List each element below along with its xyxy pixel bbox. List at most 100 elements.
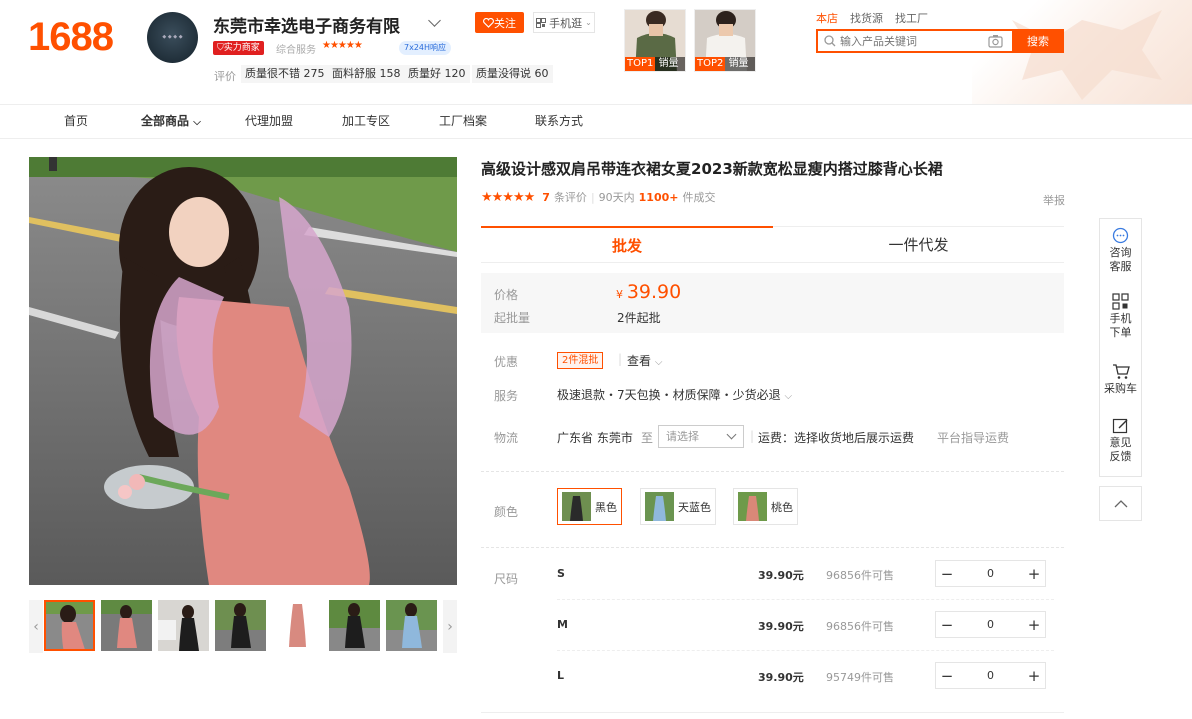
quantity-value[interactable]: 0: [958, 618, 1023, 631]
thumbnail[interactable]: [215, 600, 266, 651]
strength-merchant-badge: ⛉实力商家: [213, 41, 264, 55]
tab-wholesale[interactable]: 批发: [481, 226, 773, 263]
nav-all-products[interactable]: 全部商品 ⌵: [141, 105, 201, 138]
camera-icon[interactable]: [988, 34, 1003, 48]
top-rank-tag: TOP2 销量: [695, 57, 755, 71]
size-stock: 96856件可售: [826, 569, 894, 582]
plus-icon[interactable]: +: [1023, 616, 1045, 634]
cart-icon: [1112, 364, 1130, 379]
mobile-shop-button[interactable]: 手机逛 ⌄: [533, 12, 595, 33]
eval-tag[interactable]: 质量好 120: [404, 65, 470, 83]
search-box: [816, 29, 1012, 53]
rail-customer-service[interactable]: 咨询 客服: [1100, 227, 1141, 274]
shop-avatar[interactable]: ◆ ◆ ◆ ◆: [147, 12, 198, 63]
chevron-down-icon[interactable]: [428, 14, 441, 27]
thumbnail[interactable]: [101, 600, 152, 651]
thumbnail[interactable]: [44, 600, 95, 651]
quantity-value[interactable]: 0: [958, 567, 1023, 580]
currency-symbol: ¥: [616, 288, 623, 301]
eval-label: 评价: [214, 70, 236, 83]
rail-cart[interactable]: 采购车: [1100, 363, 1141, 396]
plus-icon[interactable]: +: [1023, 667, 1045, 685]
thumbnail[interactable]: [272, 600, 323, 651]
platform-guide-link[interactable]: 平台指导运费: [937, 429, 1009, 446]
chevron-down-icon: ⌵: [654, 357, 663, 368]
size-price: 39.90元: [758, 671, 804, 684]
main-product-image[interactable]: [29, 157, 457, 585]
destination-select[interactable]: 请选择: [658, 425, 744, 448]
minus-icon[interactable]: −: [936, 565, 958, 583]
top-product-1[interactable]: TOP1 销量: [624, 9, 686, 72]
report-link[interactable]: 举报: [1043, 192, 1065, 208]
nav-factory-profile[interactable]: 工厂档案: [439, 105, 487, 138]
search-button[interactable]: 搜索: [1012, 29, 1064, 53]
thumbnail-image: [215, 600, 266, 651]
site-logo[interactable]: 1688: [28, 15, 114, 60]
top-rank-tag: TOP1 销量: [625, 57, 685, 71]
quantity-stepper: − 0 +: [935, 611, 1046, 638]
price-value: ¥ 39.90: [616, 281, 681, 303]
product-star-rating: ★★★★★: [481, 189, 535, 205]
nav-processing[interactable]: 加工专区: [342, 105, 390, 138]
minus-icon[interactable]: −: [936, 616, 958, 634]
rank-label: TOP1: [625, 57, 656, 71]
nav-contact[interactable]: 联系方式: [535, 105, 583, 138]
rail-mobile-order[interactable]: 手机 下单: [1100, 293, 1141, 340]
divider: [557, 599, 1054, 600]
search-tab-factory[interactable]: 找工厂: [895, 10, 928, 26]
rail-label: 反馈: [1109, 450, 1132, 463]
top-product-2[interactable]: TOP2 销量: [694, 9, 756, 72]
promo-view-link[interactable]: 查看 ⌵: [627, 352, 662, 369]
thumbnail[interactable]: [158, 600, 209, 651]
back-to-top-button[interactable]: [1099, 486, 1142, 521]
rail-label: 手机: [1109, 312, 1132, 325]
color-swatch: [562, 492, 591, 521]
rail-feedback[interactable]: 意见 反馈: [1100, 417, 1141, 464]
review-count[interactable]: 7: [542, 191, 550, 204]
promo-tag[interactable]: 2件混批: [557, 352, 604, 369]
eval-tag[interactable]: 质量没得说 60: [472, 65, 553, 83]
to-label: 至: [641, 431, 654, 445]
nav-home[interactable]: 首页: [64, 105, 88, 138]
size-name: M: [557, 618, 568, 631]
avatar-decor: ◆ ◆ ◆ ◆: [162, 34, 183, 40]
service-value[interactable]: 极速退款・7天包换・材质保障・少货必退 ⌵: [557, 386, 792, 403]
tab-dropship[interactable]: 一件代发: [773, 226, 1064, 263]
promo-label: 优惠: [494, 355, 519, 369]
heart-icon: [483, 17, 494, 28]
follow-button[interactable]: 关注: [475, 12, 524, 33]
color-option-peach[interactable]: 桃色: [733, 488, 798, 525]
thumbnail[interactable]: [386, 600, 437, 651]
swatch-image: [738, 492, 767, 521]
rail-label: 咨询: [1109, 246, 1132, 259]
separator: |: [590, 190, 595, 204]
header: 1688 ◆ ◆ ◆ ◆ 东莞市幸选电子商务有限 关注 手机逛 ⌄ ⛉实力商家 …: [0, 0, 1192, 104]
minus-icon[interactable]: −: [936, 667, 958, 685]
eval-tag[interactable]: 质量很不错 275: [241, 65, 329, 83]
days-label: 90天内: [598, 191, 635, 204]
purchase-mode-tabs: 批发 一件代发: [481, 226, 1064, 263]
size-price: 39.90元: [758, 569, 804, 582]
chevron-left-icon[interactable]: ‹: [29, 600, 43, 653]
review-suffix[interactable]: 条评价: [554, 189, 587, 205]
chevron-right-icon[interactable]: ›: [443, 600, 457, 653]
plus-icon[interactable]: +: [1023, 565, 1045, 583]
qr-code-icon: [536, 17, 547, 28]
eval-tag[interactable]: 面料舒服 158: [328, 65, 405, 83]
rail-label: 采购车: [1104, 382, 1137, 395]
color-option-sky-blue[interactable]: 天蓝色: [640, 488, 716, 525]
shop-name[interactable]: 东莞市幸选电子商务有限: [213, 12, 400, 37]
rail-label: 下单: [1109, 326, 1132, 339]
strength-merchant-label: 实力商家: [223, 43, 260, 53]
color-option-black[interactable]: 黑色: [557, 488, 622, 525]
edit-icon: [1112, 418, 1128, 434]
rank-label: TOP2: [695, 57, 726, 71]
sold-count: 1100+: [638, 190, 679, 204]
thumbnail[interactable]: [329, 600, 380, 651]
nav-agency[interactable]: 代理加盟: [245, 105, 293, 138]
search-tab-supply[interactable]: 找货源: [850, 10, 883, 26]
quantity-value[interactable]: 0: [958, 669, 1023, 682]
search-input[interactable]: [840, 31, 980, 51]
moq-label: 起批量: [494, 311, 531, 325]
search-tab-this-shop[interactable]: 本店: [816, 10, 838, 26]
